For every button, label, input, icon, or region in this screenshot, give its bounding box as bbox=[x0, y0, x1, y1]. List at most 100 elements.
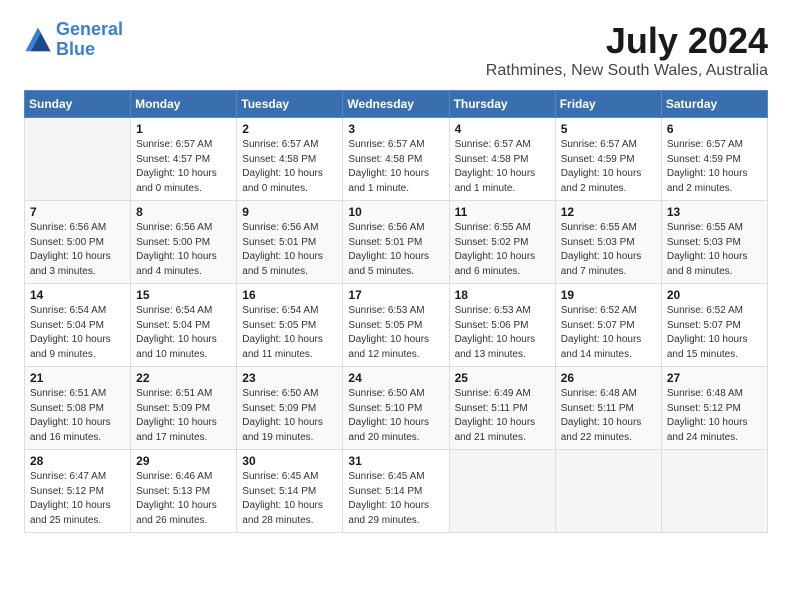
sunset-text: Sunset: 5:00 PM bbox=[136, 237, 210, 248]
calendar-table: Sunday Monday Tuesday Wednesday Thursday… bbox=[24, 90, 768, 533]
sunrise-text: Sunrise: 6:54 AM bbox=[242, 305, 318, 316]
daylight-text-line2: and 11 minutes. bbox=[242, 349, 312, 360]
sunset-text: Sunset: 5:00 PM bbox=[30, 237, 104, 248]
sunrise-text: Sunrise: 6:45 AM bbox=[242, 471, 318, 482]
header-wednesday: Wednesday bbox=[343, 91, 449, 118]
daylight-text-line1: Daylight: 10 hours bbox=[667, 251, 748, 262]
day-info: Sunrise: 6:55 AMSunset: 5:02 PMDaylight:… bbox=[455, 221, 550, 279]
daylight-text-line2: and 8 minutes. bbox=[667, 266, 733, 277]
calendar-cell: 24Sunrise: 6:50 AMSunset: 5:10 PMDayligh… bbox=[343, 367, 449, 450]
calendar-week-4: 28 Sunrise: 6:47 AM Sunset: 5:12 PM Dayligh… bbox=[25, 450, 768, 533]
sunrise-text: Sunrise: 6:48 AM bbox=[561, 388, 637, 399]
day-info: Sunrise: 6:48 AMSunset: 5:11 PMDaylight:… bbox=[561, 387, 656, 445]
daylight-text-line1: Daylight: 10 hours bbox=[561, 251, 642, 262]
daylight-text-line2: and 5 minutes. bbox=[242, 266, 308, 277]
sunset-text: Sunset: 5:12 PM bbox=[30, 486, 104, 497]
day-number: 10 bbox=[348, 205, 443, 219]
day-number: 3 bbox=[348, 122, 443, 136]
calendar-cell: 31Sunrise: 6:45 AMSunset: 5:14 PMDayligh… bbox=[343, 450, 449, 533]
daylight-text-line1: Daylight: 10 hours bbox=[348, 334, 429, 345]
daylight-text-line1: Daylight: 10 hours bbox=[455, 334, 536, 345]
daylight-text-line2: and 1 minute. bbox=[455, 183, 516, 194]
day-number: 5 bbox=[561, 122, 656, 136]
daylight-text-line2: and 15 minutes. bbox=[667, 349, 738, 360]
day-number: 1 bbox=[136, 122, 231, 136]
daylight-text-line2: and 13 minutes. bbox=[455, 349, 526, 360]
sunset-text: Sunset: 5:11 PM bbox=[561, 403, 634, 414]
sunrise-text: Sunrise: 6:55 AM bbox=[667, 222, 743, 233]
day-number: 8 bbox=[136, 205, 231, 219]
day-info: Sunrise: 6:45 AMSunset: 5:14 PMDaylight:… bbox=[242, 470, 337, 528]
day-info: Sunrise: 6:57 AMSunset: 4:58 PMDaylight:… bbox=[348, 138, 443, 196]
day-info: Sunrise: 6:54 AMSunset: 5:04 PMDaylight:… bbox=[136, 304, 231, 362]
calendar-week-1: 7Sunrise: 6:56 AMSunset: 5:00 PMDaylight… bbox=[25, 201, 768, 284]
calendar-cell: 25Sunrise: 6:49 AMSunset: 5:11 PMDayligh… bbox=[449, 367, 555, 450]
day-number: 21 bbox=[30, 371, 125, 385]
daylight-text-line2: and 7 minutes. bbox=[561, 266, 627, 277]
calendar-cell: 19Sunrise: 6:52 AMSunset: 5:07 PMDayligh… bbox=[555, 284, 661, 367]
day-number: 27 bbox=[667, 371, 762, 385]
day-number: 12 bbox=[561, 205, 656, 219]
sunrise-text: Sunrise: 6:53 AM bbox=[348, 305, 424, 316]
daylight-text-line1: Daylight: 10 hours bbox=[348, 500, 429, 511]
sunrise-text: Sunrise: 6:48 AM bbox=[667, 388, 743, 399]
daylight-text-line2: and 10 minutes. bbox=[136, 349, 207, 360]
daylight-text-line1: Daylight: 10 hours bbox=[242, 168, 323, 179]
day-number: 28 bbox=[30, 454, 125, 468]
sunset-text: Sunset: 5:09 PM bbox=[136, 403, 210, 414]
sunset-text: Sunset: 5:06 PM bbox=[455, 320, 529, 331]
daylight-text-line2: and 25 minutes. bbox=[30, 515, 101, 526]
day-info: Sunrise: 6:54 AMSunset: 5:05 PMDaylight:… bbox=[242, 304, 337, 362]
calendar-cell: 17 Sunrise: 6:53 AMSunset: 5:05 PMDayligh… bbox=[343, 284, 449, 367]
sunrise-text: Sunrise: 6:47 AM bbox=[30, 471, 106, 482]
sunset-text: Sunset: 4:59 PM bbox=[667, 154, 741, 165]
sunset-text: Sunset: 4:58 PM bbox=[242, 154, 316, 165]
sunset-text: Sunset: 5:07 PM bbox=[561, 320, 635, 331]
day-number: 11 bbox=[455, 205, 550, 219]
day-info: Sunrise: 6:57 AMSunset: 4:57 PMDaylight:… bbox=[136, 138, 231, 196]
day-info: Sunrise: 6:53 AMSunset: 5:05 PMDaylight:… bbox=[348, 304, 443, 362]
daylight-text-line2: and 22 minutes. bbox=[561, 432, 632, 443]
daylight-text-line1: Daylight: 10 hours bbox=[667, 334, 748, 345]
sunset-text: Sunset: 5:02 PM bbox=[455, 237, 529, 248]
sunset-text: Sunset: 5:09 PM bbox=[242, 403, 316, 414]
sunset-text: Sunset: 5:04 PM bbox=[136, 320, 210, 331]
day-info: Sunrise: 6:57 AM Sunset: 4:58 PM Daylight:… bbox=[242, 138, 337, 196]
daylight-text-line2: and 28 minutes. bbox=[242, 515, 313, 526]
daylight-text-line1: Daylight: 10 hours bbox=[348, 251, 429, 262]
daylight-text-line2: and 24 minutes. bbox=[667, 432, 738, 443]
sunrise-text: Sunrise: 6:57 AM bbox=[242, 139, 318, 150]
sunset-text: Sunset: 5:05 PM bbox=[242, 320, 316, 331]
header-monday: Monday bbox=[131, 91, 237, 118]
daylight-text-line1: Daylight: 10 hours bbox=[242, 251, 323, 262]
day-number: 18 bbox=[455, 288, 550, 302]
day-number: 9 bbox=[242, 205, 337, 219]
logo-icon bbox=[24, 26, 52, 54]
daylight-text-line1: Daylight: 10 hours bbox=[30, 251, 111, 262]
calendar-cell: 30 Sunrise: 6:45 AMSunset: 5:14 PMDayligh… bbox=[237, 450, 343, 533]
day-info: Sunrise: 6:48 AMSunset: 5:12 PMDaylight:… bbox=[667, 387, 762, 445]
daylight-text-line2: and 14 minutes. bbox=[561, 349, 632, 360]
day-info: Sunrise: 6:57 AMSunset: 4:59 PMDaylight:… bbox=[667, 138, 762, 196]
day-number: 17 bbox=[348, 288, 443, 302]
daylight-text-line2: and 21 minutes. bbox=[455, 432, 526, 443]
calendar-cell: 18Sunrise: 6:53 AMSunset: 5:06 PMDayligh… bbox=[449, 284, 555, 367]
day-number: 6 bbox=[667, 122, 762, 136]
day-info: Sunrise: 6:46 AMSunset: 5:13 PMDaylight:… bbox=[136, 470, 231, 528]
calendar-cell: 13Sunrise: 6:55 AMSunset: 5:03 PMDayligh… bbox=[661, 201, 767, 284]
daylight-text-line1: Daylight: 10 hours bbox=[242, 417, 323, 428]
daylight-text-line1: Daylight: 10 hours bbox=[667, 168, 748, 179]
daylight-text-line1: Daylight: 10 hours bbox=[455, 417, 536, 428]
day-number: 13 bbox=[667, 205, 762, 219]
title-section: July 2024 Rathmines, New South Wales, Au… bbox=[486, 20, 768, 80]
calendar-cell: 8Sunrise: 6:56 AMSunset: 5:00 PMDaylight… bbox=[131, 201, 237, 284]
day-number: 4 bbox=[455, 122, 550, 136]
sunset-text: Sunset: 5:11 PM bbox=[455, 403, 528, 414]
sunrise-text: Sunrise: 6:51 AM bbox=[30, 388, 106, 399]
calendar-cell: 29Sunrise: 6:46 AMSunset: 5:13 PMDayligh… bbox=[131, 450, 237, 533]
daylight-text-line2: and 29 minutes. bbox=[348, 515, 419, 526]
day-number: 30 bbox=[242, 454, 337, 468]
calendar-cell bbox=[449, 450, 555, 533]
daylight-text-line1: Daylight: 10 hours bbox=[136, 334, 217, 345]
calendar-cell: 14Sunrise: 6:54 AMSunset: 5:04 PMDayligh… bbox=[25, 284, 131, 367]
